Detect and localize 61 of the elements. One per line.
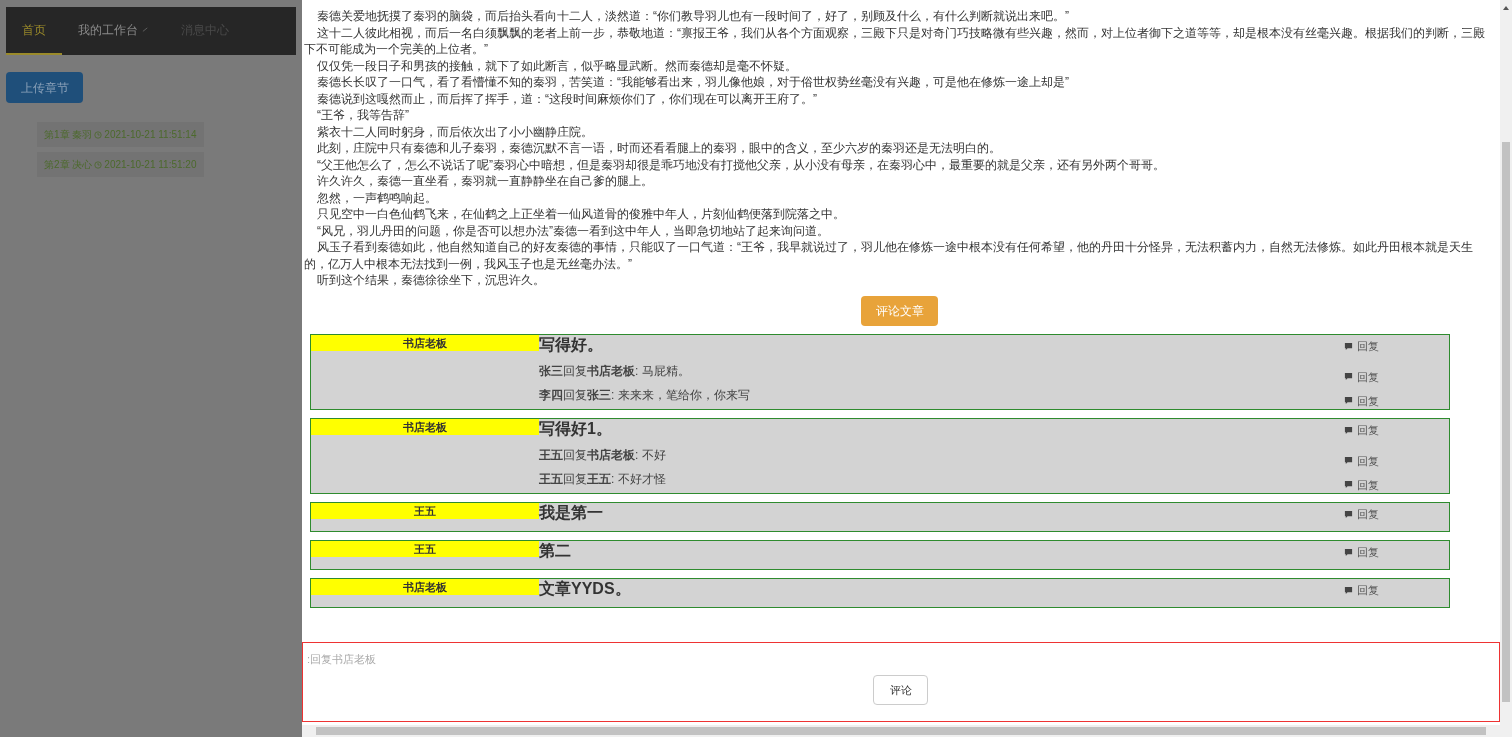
reply-text: 张三回复书店老板: 马屁精。 (539, 363, 690, 379)
submit-comment-button[interactable]: 评论 (873, 675, 928, 705)
article-paragraph: 只见空中一白色仙鹤飞来，在仙鹤之上正坐着一仙风道骨的俊雅中年人，片刻仙鹤便落到院落之中。 (316, 206, 846, 223)
comment-text: 我是第一 (539, 503, 603, 523)
scrollbar-thumb[interactable] (1502, 142, 1510, 702)
upload-chapter-button[interactable]: 上传章节 (6, 72, 83, 103)
article-paragraph: 这十二人彼此相视，而后一名白须飘飘的老者上前一步，恭敬地道：“禀报王爷，我们从各个方面观察，三殿下只是对奇门巧技略微有些兴趣，然而，对上位者御下之道等等，却是根本没有丝毫兴趣。根据我们的判断，三殿下不可能成为一个完美的上位者。” (304, 24, 1486, 58)
article-paragraph: 风玉子看到秦德如此，他自然知道自己的好友秦德的事情，只能叹了一口气道：“王爷，我早就说过了，羽儿他在修炼一途中根本没有任何希望，他的丹田十分怪异，无法积蓄内力，自然无法修炼。如此丹田根本就是天生的，亿万人中根本无法找到一例，我风玉子也是无丝毫办法。” (304, 239, 1474, 272)
article-paragraph: 仅仅凭一段日子和男孩的接触，就下了如此断言，似乎略显武断。然而秦德却是毫不怀疑。 (316, 57, 798, 74)
clock-icon (94, 160, 103, 169)
chapter-time: 2021-10-21 11:51:20 (104, 158, 197, 172)
reply-link[interactable]: 回复 (1344, 476, 1379, 493)
reply-link[interactable]: 回复 (1344, 452, 1379, 469)
article-paragraph: 秦德说到这嘎然而止，而后挥了挥手，道：“这段时间麻烦你们了，你们现在可以离开王府了。” (316, 90, 818, 107)
article-paragraph: 忽然，一声鹤鸣响起。 (316, 189, 438, 206)
comment-author: 书店老板 (311, 335, 539, 351)
article-paragraph: 听到这个结果，秦德徐徐坐下，沉思许久。 (316, 272, 546, 289)
article-paragraph: 秦德长长叹了一口气，看了看懵懂不知的秦羽，苦笑道：“我能够看出来，羽儿像他娘，对于俗世权势丝毫没有兴趣，可是他在修炼一途上却是” (316, 74, 1070, 91)
article-paragraph: 秦德关爱地抚摸了秦羽的脑袋，而后抬头看向十二人，淡然道：“你们教导羽儿也有一段时间了，好了，别顾及什么，有什么判断就说出来吧。” (316, 8, 1070, 25)
reply-text: 李四回复张三: 来来来，笔给你，你来写 (539, 387, 750, 403)
article-paragraph: 紫衣十二人同时躬身，而后依次出了小小幽静庄院。 (316, 123, 594, 140)
comment-icon (1344, 585, 1353, 595)
comment-icon (1344, 396, 1353, 406)
reply-link[interactable]: 回复 (1344, 392, 1379, 409)
article-paragraph: 许久许久，秦德一直坐看，秦羽就一直静静坐在自己爹的腿上。 (316, 173, 654, 190)
nav-tab[interactable]: 首页 (6, 7, 62, 55)
reply-link[interactable]: 回复 (1344, 544, 1379, 561)
comment-author: 王五 (311, 541, 539, 557)
reply-text: 王五回复书店老板: 不好 (539, 447, 666, 463)
comment-icon (1344, 480, 1353, 490)
reply-link[interactable]: 回复 (1344, 506, 1379, 523)
reply-link[interactable]: 回复 (1344, 338, 1379, 355)
comment-author: 王五 (311, 503, 539, 519)
comment-icon (1344, 509, 1353, 519)
nav-tab[interactable]: 我的工作台 (62, 7, 165, 55)
clock-icon (94, 130, 103, 139)
article-paragraph: “父王他怎么了，怎么不说话了呢”秦羽心中暗想，但是秦羽却很是乖巧地没有打搅他父亲，从小没有母亲，在秦羽心中，最重要的就是父亲，还有另外两个哥哥。 (316, 156, 1166, 173)
comment-author: 书店老板 (311, 579, 539, 595)
comment-text: 文章YYDS。 (539, 579, 631, 599)
article-paragraph: “王爷，我等告辞” (316, 107, 410, 124)
comment-icon (1344, 372, 1353, 382)
reply-link[interactable]: 回复 (1344, 368, 1379, 385)
scrollbar-thumb[interactable] (316, 727, 1486, 735)
scroll-up-icon[interactable] (1502, 4, 1510, 12)
horizontal-scrollbar[interactable] (302, 725, 1512, 737)
chapter-title: 第2章 决心 (44, 158, 93, 172)
reply-link[interactable]: 回复 (1344, 582, 1379, 599)
chapter-time: 2021-10-21 11:51:14 (104, 128, 197, 142)
comment-icon (1344, 547, 1353, 557)
comment-text: 写得好1。 (539, 419, 612, 439)
article-paragraph: “风兄，羽儿丹田的问题，你是否可以想办法”秦德一看到这中年人，当即急切地站了起来询问道。 (316, 222, 830, 239)
vertical-scrollbar[interactable] (1500, 0, 1512, 725)
article-paragraph: 此刻，庄院中只有秦德和儿子秦羽，秦德沉默不言一语，时而还看看腿上的秦羽，眼中的含义，至少六岁的秦羽还是无法明白的。 (316, 140, 1002, 157)
comment-text: 第二 (539, 541, 571, 561)
comment-icon (1344, 456, 1353, 466)
reply-text: 王五回复王五: 不好才怪 (539, 471, 666, 487)
comment-author: 书店老板 (311, 419, 539, 435)
comment-text: 写得好。 (539, 335, 603, 355)
comment-icon (1344, 425, 1353, 435)
reply-link[interactable]: 回复 (1344, 422, 1379, 439)
comment-icon (1344, 341, 1353, 351)
